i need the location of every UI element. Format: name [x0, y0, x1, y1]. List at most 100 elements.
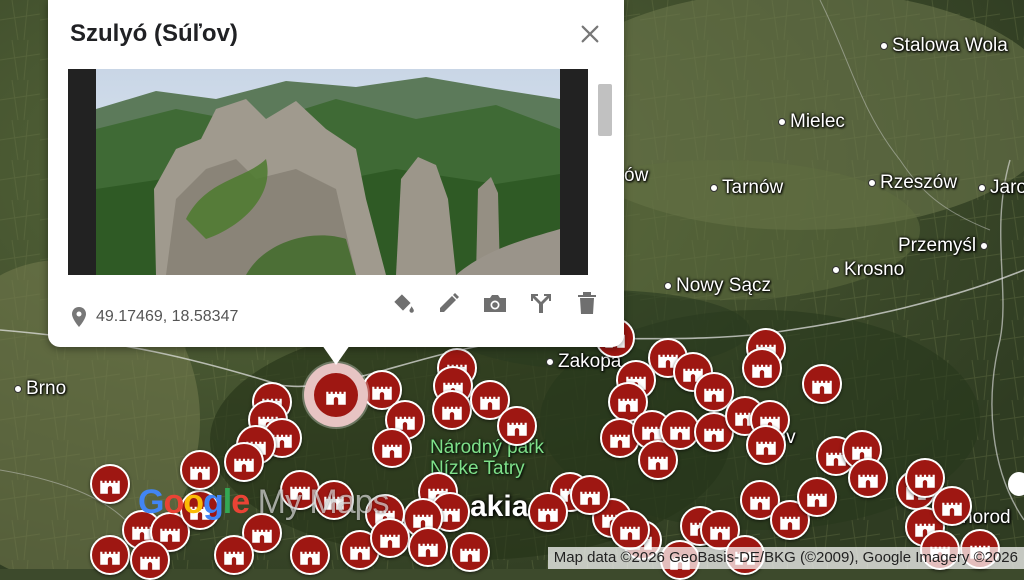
castle-marker[interactable]: [90, 464, 130, 504]
city-dot-icon: [980, 241, 989, 250]
castle-icon: [752, 364, 772, 378]
place-title: Szulyó (Súľov): [70, 20, 238, 47]
castle-icon: [252, 529, 272, 543]
castle-marker[interactable]: [932, 486, 972, 526]
close-button[interactable]: [574, 18, 606, 50]
castle-icon: [620, 526, 640, 540]
castle-marker[interactable]: [432, 390, 472, 430]
city-dot-icon: [880, 41, 888, 50]
castle-icon: [610, 434, 630, 448]
city-label: Przemyśl: [898, 236, 989, 256]
castle-marker[interactable]: [802, 364, 842, 404]
castle-marker[interactable]: [848, 458, 888, 498]
castle-icon: [372, 386, 392, 400]
city-label: Krosno: [832, 260, 904, 280]
castle-icon: [858, 474, 878, 488]
camera-icon: [484, 295, 506, 312]
city-label: Stalowa Wola: [880, 36, 1008, 56]
city-label: ów: [624, 165, 649, 186]
selected-castle-marker[interactable]: [304, 363, 368, 427]
castle-marker[interactable]: [528, 492, 568, 532]
castle-marker[interactable]: [130, 540, 170, 580]
castle-icon: [670, 426, 690, 440]
castle-marker[interactable]: [408, 527, 448, 567]
city-dot-icon: [546, 357, 554, 366]
castle-icon: [780, 516, 800, 530]
castle-icon: [704, 388, 724, 402]
castle-marker[interactable]: [570, 475, 610, 515]
castle-icon: [190, 466, 210, 480]
edit-button[interactable]: [434, 288, 464, 318]
castle-icon: [538, 508, 558, 522]
place-photo-frame[interactable]: [68, 69, 588, 275]
city-dot-icon: [664, 281, 672, 290]
castle-marker[interactable]: [497, 406, 537, 446]
directions-icon: [531, 294, 551, 313]
city-label: Rzeszów: [868, 173, 957, 193]
castle-icon: [648, 456, 668, 470]
castle-marker[interactable]: [90, 535, 130, 575]
paint-bucket-icon: [394, 294, 414, 313]
castle-marker[interactable]: [797, 477, 837, 517]
directions-button[interactable]: [526, 288, 556, 318]
popup-toolbar: [388, 288, 602, 318]
city-dot-icon: [832, 265, 840, 274]
castle-marker[interactable]: [610, 510, 650, 550]
castle-marker[interactable]: [224, 442, 264, 482]
castle-icon: [382, 444, 402, 458]
castle-icon: [100, 551, 120, 565]
castle-icon: [350, 546, 370, 560]
castle-icon: [326, 391, 346, 405]
city-label: Nowy Sącz: [664, 276, 771, 296]
pencil-icon: [440, 293, 459, 312]
city-dot-icon: [978, 183, 986, 192]
castle-icon: [442, 406, 462, 420]
castle-icon: [507, 422, 527, 436]
castle-icon: [915, 474, 935, 488]
map-pin-icon: [72, 307, 86, 327]
castle-icon: [100, 480, 120, 494]
country-label: akia: [470, 490, 529, 523]
castle-icon: [807, 493, 827, 507]
style-button[interactable]: [388, 288, 418, 318]
castle-icon: [160, 528, 180, 542]
coordinates-text: 49.17469, 18.58347: [96, 308, 239, 325]
city-dot-icon: [14, 384, 22, 393]
castle-icon: [224, 551, 244, 565]
trash-icon: [578, 292, 596, 314]
city-label: Brno: [14, 379, 66, 399]
castle-marker[interactable]: [450, 532, 490, 572]
castle-marker[interactable]: [214, 535, 254, 575]
scrollbar-thumb[interactable]: [598, 84, 612, 136]
castle-icon: [942, 502, 962, 516]
place-photo[interactable]: [96, 69, 560, 275]
castle-icon: [460, 548, 480, 562]
city-dot-icon: [778, 117, 786, 126]
close-icon: [581, 25, 599, 43]
castle-marker[interactable]: [742, 348, 782, 388]
castle-marker[interactable]: [290, 535, 330, 575]
city-label: Jaro: [978, 178, 1024, 198]
castle-icon: [140, 556, 160, 570]
info-badge[interactable]: [1008, 472, 1024, 496]
castle-icon: [756, 441, 776, 455]
popup-pointer: [322, 345, 350, 365]
add-photo-button[interactable]: [480, 288, 510, 318]
castle-icon: [580, 491, 600, 505]
city-dot-icon: [710, 183, 718, 192]
castle-icon: [480, 396, 500, 410]
castle-icon: [234, 458, 254, 472]
castle-icon: [710, 526, 730, 540]
castle-icon: [812, 380, 832, 394]
place-info-popup: Szulyó (Súľov) 49.17469, 18.58347: [48, 0, 624, 347]
city-label: Tarnów: [710, 178, 783, 198]
city-label: Mielec: [778, 112, 845, 132]
castle-marker[interactable]: [372, 428, 412, 468]
city-dot-icon: [868, 178, 876, 187]
delete-button[interactable]: [572, 288, 602, 318]
castle-icon: [704, 428, 724, 442]
castle-marker[interactable]: [370, 518, 410, 558]
castle-icon: [618, 398, 638, 412]
map-attribution[interactable]: Map data ©2026 GeoBasis-DE/BKG (©2009), …: [547, 547, 1024, 569]
castle-marker[interactable]: [746, 425, 786, 465]
